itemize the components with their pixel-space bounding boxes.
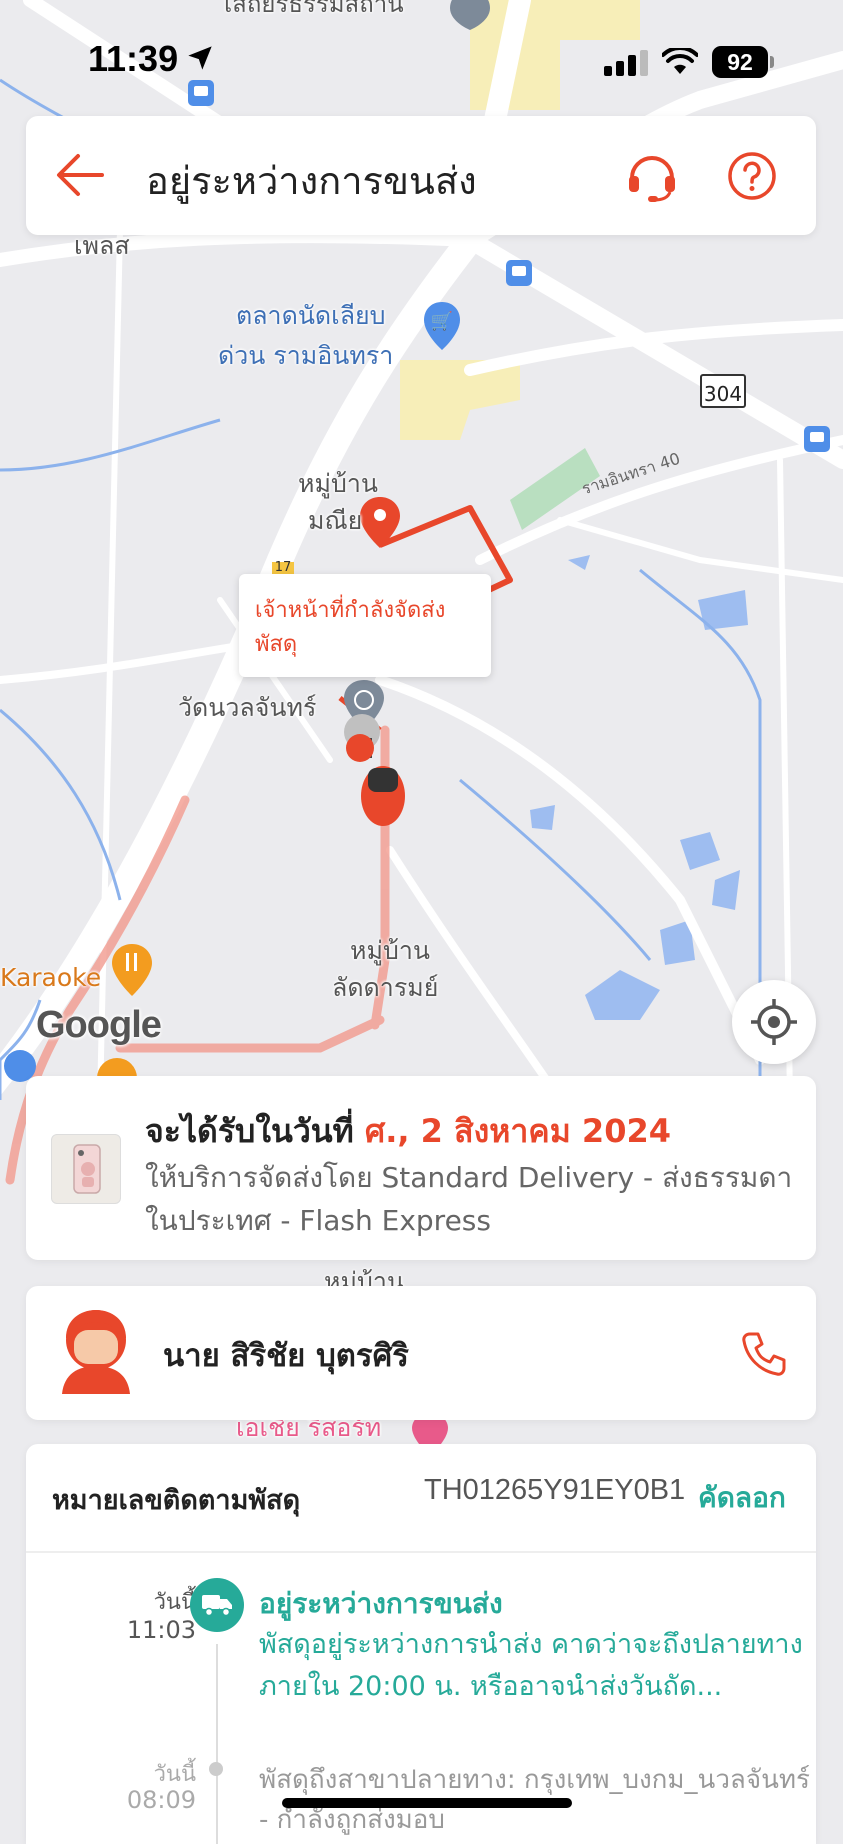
google-logo: Google [36,1004,162,1046]
battery-icon: 92 [712,46,768,78]
product-thumbnail [51,1134,121,1204]
question-circle-icon[interactable] [726,150,778,202]
road-sign-304: 304 [703,382,743,406]
wifi-icon [662,48,698,74]
truck-icon [202,1595,232,1617]
recenter-button[interactable] [732,980,816,1064]
map-label-wat: วัดนวลจันทร์ [178,693,317,722]
map-label-market-2: ด่วน รามอินทรา [218,341,394,370]
courier-name: นาย สิริชัย บุตรศิริ [163,1338,409,1374]
copy-button[interactable]: คัดลอก [698,1476,786,1520]
status-bar: 11:39 92 [0,0,843,110]
event-description: พัสดุอยู่ระหว่างการนำส่ง คาดว่าจะถึงปลาย… [259,1629,803,1702]
delivery-service: ให้บริการจัดส่งโดย Standard Delivery - ส… [145,1161,793,1237]
truck-status-dot [190,1578,244,1632]
map-label-village-3: หมู่บ้าน [350,936,430,965]
delivery-prefix: จะได้รับในวันที่ [145,1112,365,1150]
map-label-village-4: ลัดดารมย์ [332,973,439,1002]
arrow-left-icon[interactable] [54,150,106,200]
page-title: อยู่ระหว่างการขนส่ง [146,159,477,203]
courier-avatar [62,1310,130,1394]
header: อยู่ระหว่างการขนส่ง [26,116,816,235]
event-time: 08:09 [126,1786,196,1814]
battery-tip [770,56,774,68]
map-label-village-1: หมู่บ้าน [298,469,378,498]
delivery-headline: จะได้รับในวันที่ ศ., 2 สิงหาคม 2024 [145,1106,671,1157]
delivery-date: ศ., 2 สิงหาคม 2024 [364,1112,671,1150]
signal-icon [604,50,648,76]
map-label-village-2: มณีย [308,506,363,535]
tracking-card: หมายเลขติดตามพัสดุ TH01265Y91EY0B1 คัดลอ… [26,1444,816,1844]
svg-text:🛒: 🛒 [431,310,453,332]
tracking-number: TH01265Y91EY0B1 [424,1474,686,1506]
headset-icon[interactable] [624,150,680,204]
courier-status-tooltip: เจ้าหน้าที่กำลังจัดส่งพัสดุ [239,574,491,677]
timeline-line [216,1644,218,1844]
tracking-label: หมายเลขติดตามพัสดุ [52,1485,301,1516]
tooltip-text: เจ้าหน้าที่กำลังจัดส่งพัสดุ [255,598,446,657]
location-arrow-icon [188,46,212,70]
courier-card: นาย สิริชัย บุตรศิริ [26,1286,816,1420]
home-indicator[interactable] [282,1798,572,1808]
divider [26,1551,816,1553]
event-dot [209,1762,223,1776]
crosshair-icon [751,999,797,1045]
delivery-estimate-card[interactable]: จะได้รับในวันที่ ศ., 2 สิงหาคม 2024 ให้บ… [26,1076,816,1260]
map-label-market-1: ตลาดนัดเลียบ [236,301,386,330]
status-time: 11:39 [88,38,179,79]
phone-icon[interactable] [740,1330,788,1378]
event-title: อยู่ระหว่างการขนส่ง [259,1587,503,1620]
map-label-karaoke: Karaoke [0,963,102,992]
event-time: 11:03 [126,1616,196,1644]
